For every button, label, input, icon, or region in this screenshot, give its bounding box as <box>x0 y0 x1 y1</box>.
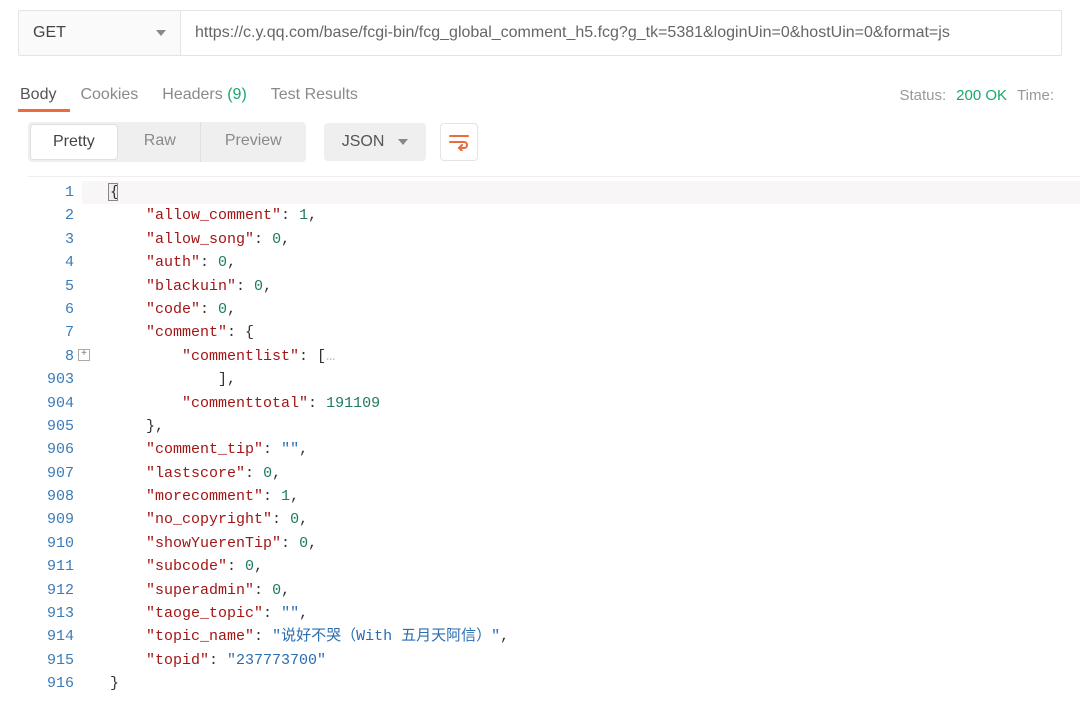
line-number: 8+ <box>28 345 74 368</box>
chevron-down-icon <box>398 139 408 145</box>
line-number: 5 <box>28 275 74 298</box>
url-text: https://c.y.qq.com/base/fcgi-bin/fcg_glo… <box>195 24 950 42</box>
response-editor[interactable]: 12345678+9039049059069079089099109119129… <box>28 176 1080 696</box>
wrap-icon <box>448 133 470 151</box>
line-number: 906 <box>28 438 74 461</box>
code-line: "topic_name": "说好不哭（With 五月天阿信）", <box>110 625 1080 648</box>
line-number: 6 <box>28 298 74 321</box>
code-line: "no_copyright": 0, <box>110 508 1080 531</box>
response-tabs: Body Cookies Headers (9) Test Results St… <box>0 80 1080 110</box>
code-line: "commenttotal": 191109 <box>110 392 1080 415</box>
tab-cookies[interactable]: Cookies <box>80 86 138 104</box>
line-number: 915 <box>28 649 74 672</box>
http-method-select[interactable]: GET <box>19 11 181 55</box>
line-number: 911 <box>28 555 74 578</box>
active-tab-underline <box>18 109 70 112</box>
chevron-down-icon <box>156 30 166 36</box>
fold-toggle-icon[interactable]: + <box>78 349 90 361</box>
code-line: "blackuin": 0, <box>110 275 1080 298</box>
line-number: 7 <box>28 321 74 344</box>
line-gutter: 12345678+9039049059069079089099109119129… <box>28 177 82 696</box>
code-line: "superadmin": 0, <box>110 579 1080 602</box>
line-number: 1 <box>28 181 74 204</box>
line-number: 914 <box>28 625 74 648</box>
view-mode-group: Pretty Raw Preview <box>28 122 306 162</box>
line-number: 908 <box>28 485 74 508</box>
line-number: 903 <box>28 368 74 391</box>
code-line: "lastscore": 0, <box>110 462 1080 485</box>
http-method-label: GET <box>33 24 66 42</box>
code-line: "subcode": 0, <box>110 555 1080 578</box>
line-number: 916 <box>28 672 74 695</box>
tab-test-results[interactable]: Test Results <box>271 86 358 104</box>
code-line: "code": 0, <box>110 298 1080 321</box>
view-mode-row: Pretty Raw Preview JSON <box>0 110 1080 166</box>
time-label: Time: <box>1017 87 1054 104</box>
code-line: }, <box>110 415 1080 438</box>
line-number: 904 <box>28 392 74 415</box>
format-select[interactable]: JSON <box>324 123 427 161</box>
code-line: "allow_song": 0, <box>110 228 1080 251</box>
code-line: "auth": 0, <box>110 251 1080 274</box>
line-number: 909 <box>28 508 74 531</box>
url-input[interactable]: https://c.y.qq.com/base/fcgi-bin/fcg_glo… <box>181 11 1061 55</box>
request-bar: GET https://c.y.qq.com/base/fcgi-bin/fcg… <box>18 10 1062 56</box>
tab-headers-label: Headers <box>162 86 222 103</box>
line-number: 907 <box>28 462 74 485</box>
wrap-lines-button[interactable] <box>440 123 478 161</box>
tab-body[interactable]: Body <box>20 86 56 104</box>
code-line: "morecomment": 1, <box>110 485 1080 508</box>
line-number: 910 <box>28 532 74 555</box>
view-pretty[interactable]: Pretty <box>30 124 118 160</box>
status-label: Status: <box>899 87 946 104</box>
response-status: Status: 200 OK Time: <box>899 87 1060 104</box>
code-line: "comment_tip": "", <box>110 438 1080 461</box>
code-line: "comment": { <box>110 321 1080 344</box>
code-line: "topid": "237773700" <box>110 649 1080 672</box>
status-code: 200 OK <box>956 87 1007 104</box>
code-line: "showYuerenTip": 0, <box>110 532 1080 555</box>
code-line: { <box>82 181 1080 204</box>
tab-headers-count: (9) <box>227 86 247 103</box>
line-number: 3 <box>28 228 74 251</box>
code-line: } <box>110 672 1080 695</box>
line-number: 913 <box>28 602 74 625</box>
code-line: "commentlist": [… <box>110 345 1080 368</box>
line-number: 4 <box>28 251 74 274</box>
code-line: "taoge_topic": "", <box>110 602 1080 625</box>
tab-headers[interactable]: Headers (9) <box>162 86 247 104</box>
line-number: 2 <box>28 204 74 227</box>
view-preview[interactable]: Preview <box>201 122 306 162</box>
code-line: "allow_comment": 1, <box>110 204 1080 227</box>
code-area[interactable]: { "allow_comment": 1, "allow_song": 0, "… <box>82 177 1080 696</box>
code-line: ], <box>110 368 1080 391</box>
line-number: 905 <box>28 415 74 438</box>
line-number: 912 <box>28 579 74 602</box>
view-raw[interactable]: Raw <box>120 122 201 162</box>
format-label: JSON <box>342 133 385 151</box>
